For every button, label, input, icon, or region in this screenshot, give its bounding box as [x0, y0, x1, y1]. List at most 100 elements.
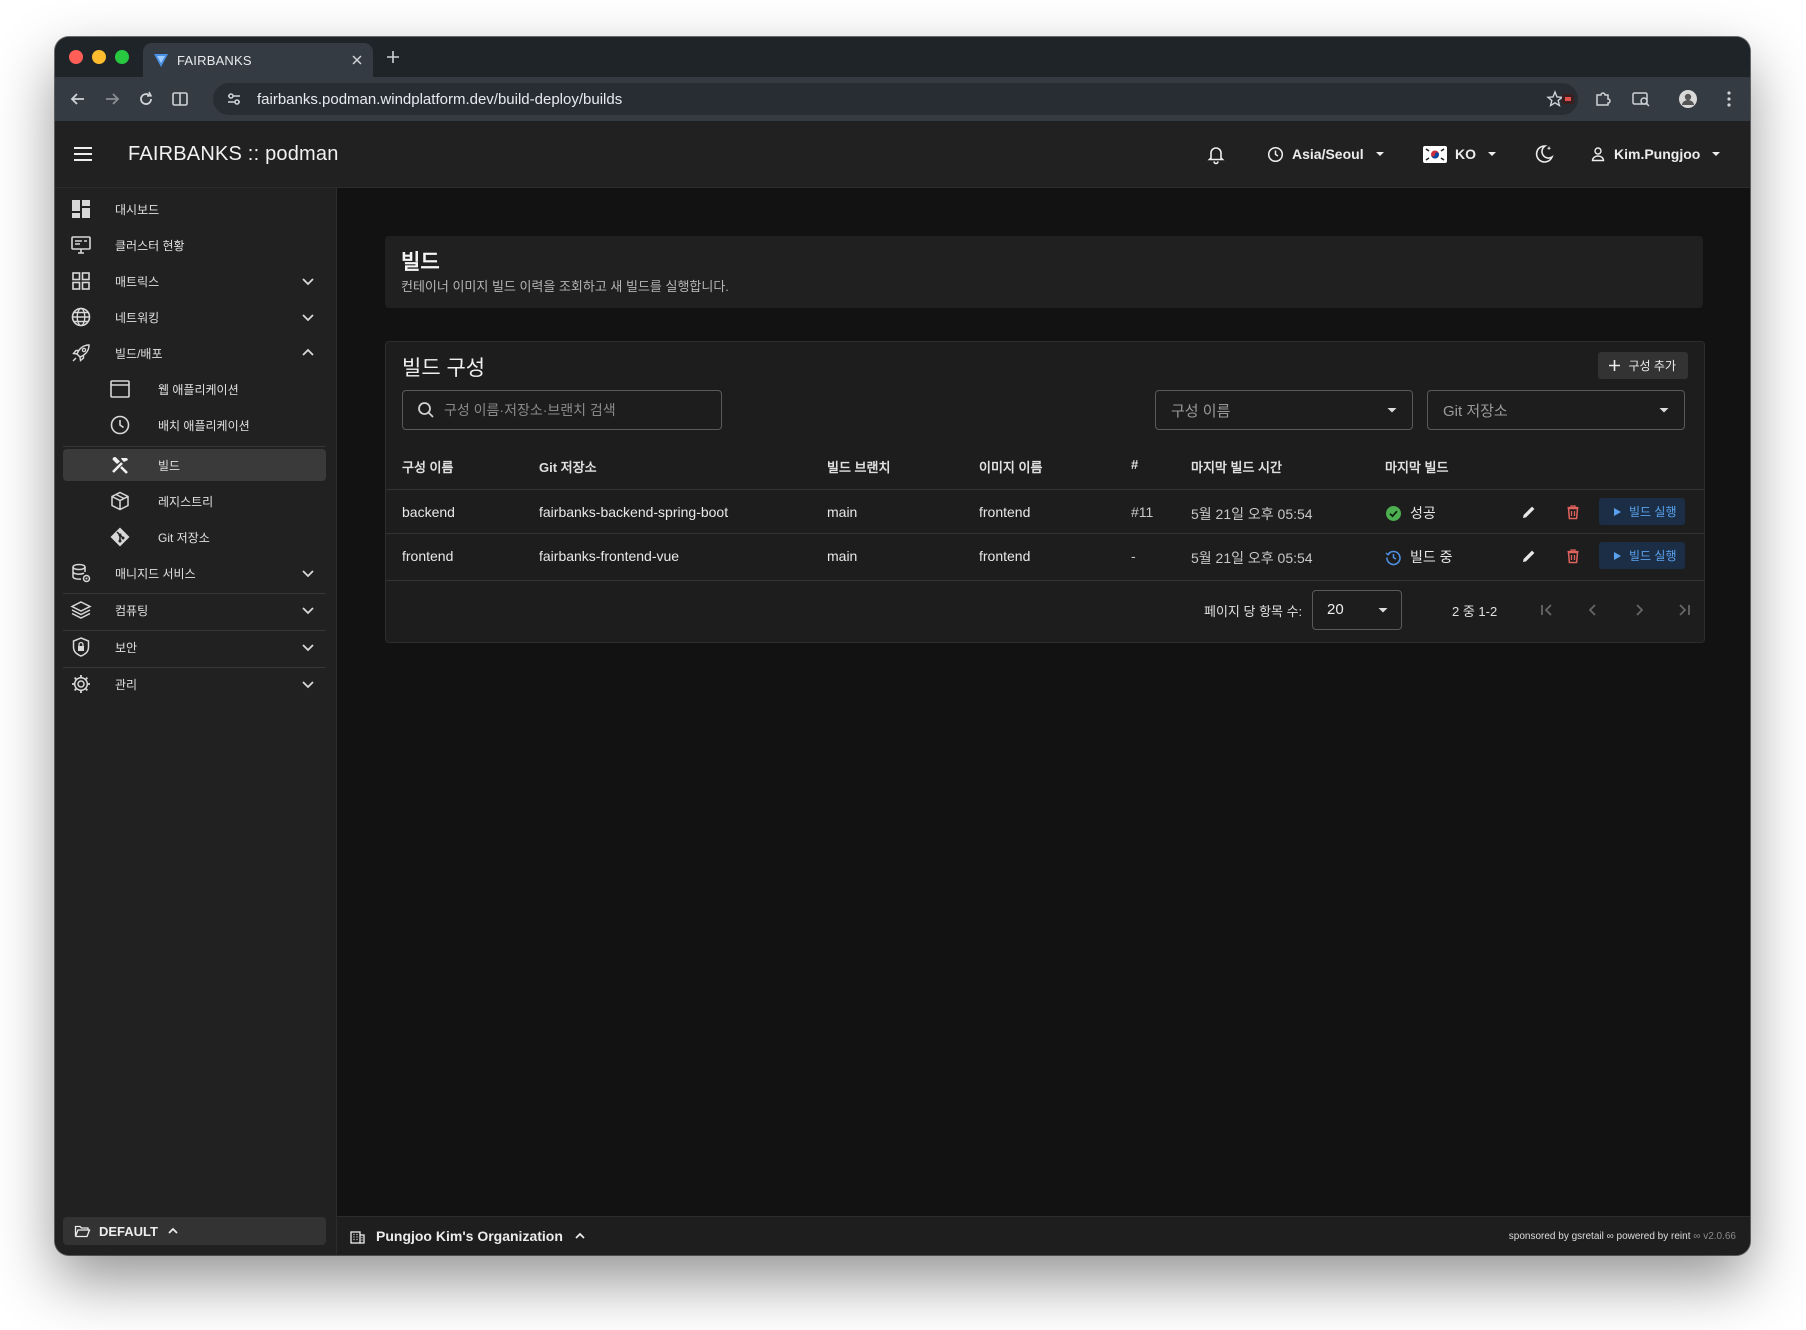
run-build-button[interactable]: 빌드 실행	[1599, 542, 1685, 569]
plus-icon	[1608, 360, 1620, 371]
clock-icon	[1267, 146, 1284, 162]
dropdown-arrow-icon	[1712, 152, 1721, 156]
sidebar-item-administration[interactable]: 관리	[63, 668, 326, 700]
edit-pencil-icon[interactable]	[1520, 547, 1538, 565]
extensions-puzzle-icon[interactable]	[1593, 89, 1613, 109]
profile-avatar-icon[interactable]	[1678, 89, 1698, 109]
sidebar-item-git-repositories[interactable]: Git 저장소	[63, 521, 326, 553]
play-icon	[1614, 551, 1621, 560]
minimize-window-button[interactable]	[92, 50, 106, 64]
dropdown-arrow-icon	[1378, 608, 1388, 613]
moon-stars-icon	[1535, 145, 1554, 163]
config-name-filter-label: 구성 이름	[1171, 402, 1231, 420]
edit-pencil-icon[interactable]	[1520, 503, 1538, 521]
workspace-label: DEFAULT	[99, 1223, 158, 1239]
rows-per-page-select[interactable]: 20	[1312, 590, 1402, 630]
sidebar-item-builds[interactable]: 빌드	[63, 449, 326, 481]
rows-per-page-label: 페이지 당 항목 수:	[1204, 604, 1303, 619]
sidebar-item-registry[interactable]: 레지스트리	[63, 485, 326, 517]
add-config-button[interactable]: 구성 추가	[1597, 352, 1688, 379]
last-page-icon[interactable]	[1673, 599, 1695, 621]
sidebar: 대시보드 클러스터 현황 매트릭스 네트워킹 빌드/배포 웹 애플리케이션 배치	[55, 188, 337, 1255]
sidebar-item-web-applications[interactable]: 웹 애플리케이션	[63, 373, 326, 405]
extension-app-icon[interactable]	[1558, 89, 1578, 109]
config-name-cell: frontend	[402, 548, 454, 564]
sidebar-item-security[interactable]: 보안	[63, 631, 326, 663]
site-settings-icon[interactable]	[225, 90, 243, 108]
status-text: 성공	[1410, 505, 1436, 521]
column-header-git-repo[interactable]: Git 저장소	[539, 457, 597, 476]
next-page-icon[interactable]	[1628, 599, 1650, 621]
layers-icon	[70, 601, 92, 619]
sidebar-item-managed-services[interactable]: 매니지드 서비스	[63, 557, 326, 589]
address-bar[interactable]: fairbanks.podman.windplatform.dev/build-…	[213, 83, 1578, 115]
check-circle-icon	[1386, 505, 1401, 521]
branch-cell: main	[827, 548, 858, 564]
table-row[interactable]: frontend fairbanks-frontend-vue main fro…	[386, 533, 1704, 578]
sidebar-item-label: 웹 애플리케이션	[158, 382, 239, 397]
language-selector[interactable]: KO	[1423, 121, 1500, 187]
column-header-config-name[interactable]: 구성 이름	[402, 457, 453, 476]
column-header-image-name[interactable]: 이미지 이름	[979, 457, 1042, 476]
reader-mode-icon[interactable]	[170, 89, 190, 109]
chevron-down-icon	[302, 278, 314, 286]
image-name-cell: frontend	[979, 504, 1031, 520]
image-name-cell: frontend	[979, 548, 1031, 564]
workspace-switcher[interactable]: DEFAULT	[63, 1217, 326, 1245]
maximize-window-button[interactable]	[115, 50, 129, 64]
sidebar-item-label: 네트워킹	[115, 310, 160, 325]
first-page-icon[interactable]	[1536, 599, 1558, 621]
timezone-selector[interactable]: Asia/Seoul	[1267, 121, 1388, 187]
dropdown-arrow-icon	[1375, 152, 1384, 156]
grid-icon	[72, 272, 90, 290]
notifications-button[interactable]	[1205, 121, 1227, 187]
reload-icon[interactable]	[136, 89, 156, 109]
table-row[interactable]: backend fairbanks-backend-spring-boot ma…	[386, 489, 1704, 534]
hamburger-menu-icon[interactable]	[71, 142, 95, 166]
page-range-text: 2 중 1-2	[1452, 604, 1498, 619]
chevron-down-icon	[302, 570, 314, 578]
version-text: v2.0.66	[1703, 1231, 1736, 1242]
user-name: Kim.Pungjoo	[1614, 146, 1701, 162]
git-repo-filter[interactable]: Git 저장소	[1427, 390, 1685, 430]
browser-tab[interactable]: FAIRBANKS	[143, 43, 373, 77]
sidebar-item-build-deploy[interactable]: 빌드/배포	[63, 337, 326, 369]
new-tab-icon[interactable]	[385, 49, 401, 65]
sidebar-item-cluster-status[interactable]: 클러스터 현황	[63, 229, 326, 261]
browser-toolbar: fairbanks.podman.windplatform.dev/build-…	[55, 77, 1750, 121]
search-input[interactable]: 구성 이름·저장소·브랜치 검색	[402, 390, 722, 430]
close-tab-icon[interactable]	[349, 52, 365, 68]
column-header-build-number[interactable]: #	[1131, 457, 1138, 472]
column-header-last-build[interactable]: 마지막 빌드	[1385, 457, 1448, 476]
tab-search-icon[interactable]	[1631, 89, 1651, 109]
column-header-last-build-time[interactable]: 마지막 빌드 시간	[1191, 457, 1282, 476]
sidebar-item-label: 대시보드	[115, 202, 160, 217]
chevron-down-icon	[302, 681, 314, 689]
rows-per-page-value: 20	[1327, 601, 1344, 618]
delete-trash-icon[interactable]	[1564, 547, 1582, 565]
organization-switcher[interactable]: Pungjoo Kim's Organization	[349, 1217, 587, 1255]
sidebar-item-networking[interactable]: 네트워킹	[63, 301, 326, 333]
config-name-filter[interactable]: 구성 이름	[1155, 390, 1413, 430]
back-icon[interactable]	[68, 89, 88, 109]
previous-page-icon[interactable]	[1582, 599, 1604, 621]
sidebar-item-dashboard[interactable]: 대시보드	[63, 193, 326, 225]
user-icon	[1591, 147, 1605, 162]
last-build-status: 성공	[1385, 503, 1436, 523]
delete-trash-icon[interactable]	[1564, 503, 1582, 521]
build-number-cell: -	[1131, 548, 1136, 564]
app-title: FAIRBANKS :: podman	[128, 143, 339, 165]
close-window-button[interactable]	[69, 50, 83, 64]
browser-more-menu-icon[interactable]	[1719, 89, 1739, 109]
sponsored-text: sponsored by gsretail	[1508, 1231, 1604, 1242]
dashboard-icon	[72, 200, 90, 218]
forward-icon[interactable]	[102, 89, 122, 109]
sidebar-item-computing[interactable]: 컴퓨팅	[63, 594, 326, 626]
sidebar-item-metrics[interactable]: 매트릭스	[63, 265, 326, 297]
column-header-build-branch[interactable]: 빌드 브랜치	[827, 457, 890, 476]
last-build-time-cell: 5월 21일 오후 05:54	[1191, 550, 1313, 566]
sidebar-item-batch-applications[interactable]: 배치 애플리케이션	[63, 409, 326, 441]
run-build-button[interactable]: 빌드 실행	[1599, 498, 1685, 525]
theme-toggle-button[interactable]	[1533, 121, 1555, 187]
user-menu[interactable]: Kim.Pungjoo	[1590, 121, 1724, 187]
